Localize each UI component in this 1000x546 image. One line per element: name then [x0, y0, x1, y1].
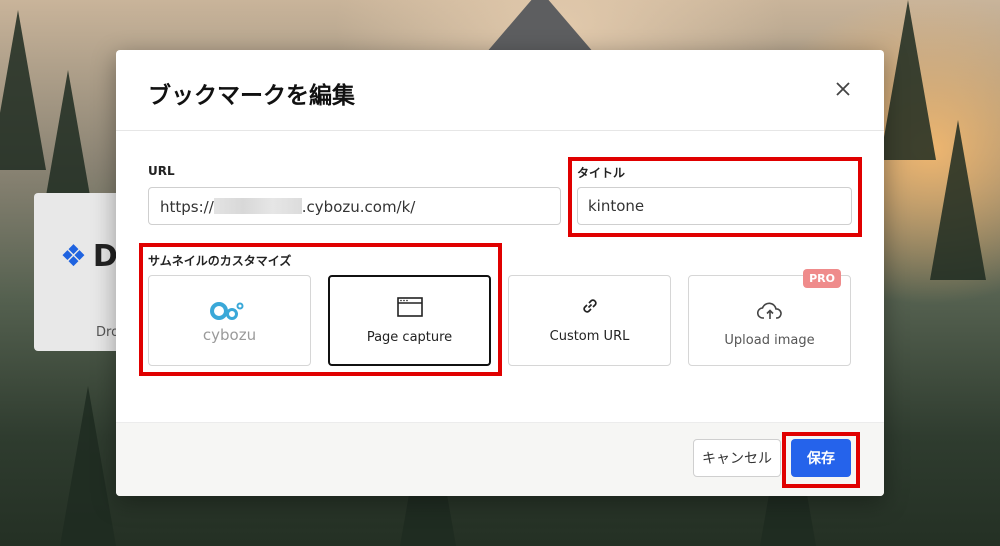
thumbnail-label: サムネイルのカスタマイズ	[148, 254, 292, 268]
url-value: https://.cybozu.com/k/	[160, 198, 416, 216]
browser-window-icon	[396, 297, 423, 317]
thumbnail-option-upload-image[interactable]: PRO Upload image	[688, 269, 851, 366]
tree	[930, 120, 986, 280]
tree	[880, 0, 936, 160]
title-input[interactable]	[577, 187, 852, 225]
url-label: URL	[148, 164, 175, 178]
dialog-title: ブックマークを編集	[148, 83, 355, 109]
dialog-footer: キャンセル 保存	[116, 422, 884, 496]
dialog-header: ブックマークを編集	[116, 50, 884, 131]
tree	[60, 386, 116, 546]
link-icon	[582, 299, 597, 313]
title-label: タイトル	[577, 166, 626, 180]
upload-image-label: Upload image	[724, 333, 815, 348]
close-icon	[836, 82, 850, 96]
close-button[interactable]	[830, 76, 856, 102]
dropbox-icon: ❖	[60, 239, 87, 274]
cybozu-logo-text: cybozu	[202, 326, 257, 344]
thumbnail-option-custom-url[interactable]: Custom URL	[508, 275, 671, 366]
cybozu-logo-icon	[209, 302, 243, 320]
dropbox-logo: ❖ D	[60, 239, 118, 274]
thumbnail-option-page-capture[interactable]: Page capture	[328, 275, 491, 366]
custom-url-label: Custom URL	[549, 329, 630, 344]
save-button[interactable]: 保存	[791, 439, 851, 477]
cloud-upload-icon	[756, 302, 782, 319]
cancel-button[interactable]: キャンセル	[693, 439, 781, 477]
edit-bookmark-dialog: ブックマークを編集 URL https://.cybozu.com/k/ タイト…	[116, 50, 884, 496]
pro-badge: PRO	[803, 269, 841, 288]
thumbnail-option-cybozu[interactable]: cybozu	[148, 275, 311, 366]
redacted-subdomain	[213, 198, 302, 214]
page-capture-label: Page capture	[366, 330, 453, 345]
